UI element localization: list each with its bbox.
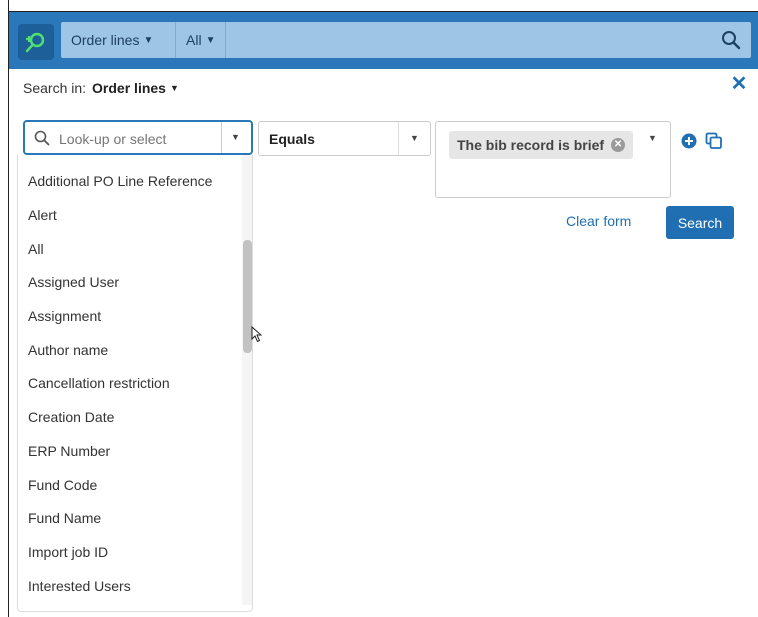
close-icon[interactable]: ✕ [729, 73, 749, 95]
window-frame-top [0, 0, 758, 12]
filter-divider [225, 22, 226, 58]
list-item[interactable]: Alert [28, 207, 57, 223]
filter-dropdown[interactable]: All ▼ [176, 22, 225, 58]
list-item[interactable]: Additional PO Line Reference [28, 173, 212, 189]
search-icon [34, 130, 50, 146]
operator-select[interactable]: Equals ▼ [258, 121, 431, 156]
search-scope-strip: Order lines ▼ All ▼ [61, 22, 751, 58]
list-item[interactable]: Author name [28, 342, 108, 358]
scope-label: Order lines [71, 32, 140, 48]
field-select-divider [221, 122, 222, 153]
operator-value: Equals [269, 131, 315, 147]
chevron-down-icon[interactable]: ▼ [648, 133, 657, 143]
top-search-bar: Order lines ▼ All ▼ [9, 12, 758, 69]
list-item[interactable]: Creation Date [28, 409, 114, 425]
chevron-down-icon: ▼ [143, 34, 154, 46]
value-chip: The bib record is brief ✕ [449, 131, 634, 159]
chevron-down-icon[interactable]: ▼ [231, 132, 240, 142]
list-item[interactable]: Cancellation restriction [28, 375, 170, 391]
list-item[interactable]: Interested Users [28, 578, 131, 594]
value-chip-label: The bib record is brief [457, 137, 605, 153]
search-icon[interactable] [721, 30, 741, 50]
operator-divider [398, 122, 399, 155]
chevron-down-icon: ▼ [169, 83, 179, 93]
scope-dropdown[interactable]: Order lines ▼ [61, 22, 163, 58]
list-item[interactable]: Fund Name [28, 510, 101, 526]
list-item[interactable]: Fund Code [28, 477, 97, 493]
list-item[interactable]: Assignment [28, 308, 101, 324]
field-options-list: Additional PO Line Reference Alert All A… [17, 155, 253, 612]
search-in-label: Search in: [23, 80, 87, 96]
filter-label: All [186, 32, 202, 48]
list-item[interactable]: Import job ID [28, 544, 108, 560]
add-condition-icon[interactable] [681, 133, 697, 149]
window-frame-left [0, 0, 9, 617]
list-item[interactable]: All [28, 241, 44, 257]
list-item[interactable]: Assigned User [28, 274, 119, 290]
duplicate-icon[interactable] [705, 132, 723, 150]
advanced-search-logo-icon[interactable] [18, 24, 54, 60]
list-item[interactable]: ERP Number [28, 443, 110, 459]
search-button[interactable]: Search [666, 206, 734, 239]
search-in-value[interactable]: Order lines [92, 80, 166, 96]
scrollbar-track[interactable] [242, 155, 252, 605]
remove-chip-icon[interactable]: ✕ [611, 138, 626, 152]
search-in-selector: Search in: Order lines ▼ [23, 80, 179, 96]
value-multiselect[interactable]: The bib record is brief ✕ ▼ [435, 121, 671, 198]
field-lookup-input[interactable] [57, 128, 221, 150]
field-lookup-select[interactable]: ▼ [23, 120, 253, 155]
chevron-down-icon[interactable]: ▼ [410, 133, 419, 143]
clear-form-link[interactable]: Clear form [566, 213, 631, 229]
mouse-cursor-icon [251, 326, 262, 343]
chevron-down-icon: ▼ [205, 34, 216, 46]
